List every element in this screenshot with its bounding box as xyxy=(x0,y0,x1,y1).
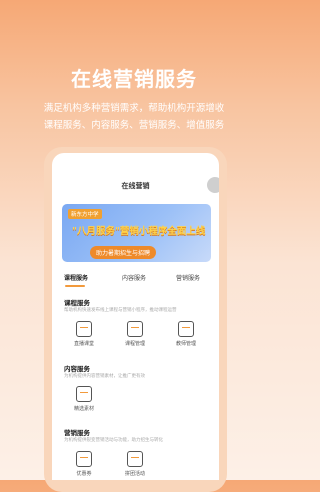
hero-subtitle-line-2: 课程服务、内容服务、营销服务、增值服务 xyxy=(43,120,225,131)
teacher-icon xyxy=(178,321,194,337)
service-group-buy[interactable]: 拼团活动 xyxy=(115,451,155,477)
section-title-marketing: 营销服务 xyxy=(64,429,90,437)
banner-headline: "八月服务"营销小程序全面上线 xyxy=(72,226,206,237)
phone-screen: 在线营销 新东方中学 "八月服务"营销小程序全面上线 助力暑期招生与招聘 课程服… xyxy=(52,153,219,480)
tab-content[interactable]: 内容服务 xyxy=(122,273,146,282)
hero-title: 在线营销服务 xyxy=(71,67,197,91)
course-manage-icon xyxy=(127,321,143,337)
screen-title: 在线营销 xyxy=(121,182,150,190)
coupon-icon xyxy=(76,451,92,467)
banner-badge: 新东方中学 xyxy=(68,209,102,219)
service-course-manage[interactable]: 课程管理 xyxy=(115,321,155,347)
tab-marketing[interactable]: 营销服务 xyxy=(176,273,200,282)
service-label: 教师管理 xyxy=(175,341,196,347)
service-label: 拼团活动 xyxy=(124,471,145,477)
video-course-icon xyxy=(76,321,92,337)
service-label: 课程管理 xyxy=(124,341,145,347)
service-label: 优惠券 xyxy=(76,471,92,477)
section-desc-marketing: 为机构提供裂变营销活动与功能，助力招生与转化 xyxy=(64,438,163,443)
service-label: 精选素材 xyxy=(73,406,94,412)
group-buy-icon xyxy=(127,451,143,467)
section-title-content: 内容服务 xyxy=(64,365,90,373)
service-coupon[interactable]: 优惠券 xyxy=(64,451,104,477)
tab-course[interactable]: 课程服务 xyxy=(64,273,88,282)
promo-banner[interactable]: 新东方中学 "八月服务"营销小程序全面上线 助力暑期招生与招聘 xyxy=(62,204,211,262)
service-label: 直播课堂 xyxy=(73,341,94,347)
tab-active-indicator xyxy=(65,285,85,287)
content-icon xyxy=(76,386,92,402)
service-live-course[interactable]: 直播课堂 xyxy=(64,321,104,347)
service-teacher-manage[interactable]: 教师管理 xyxy=(166,321,206,347)
section-desc-content: 为机构提供内容营销素材，让推广更有效 xyxy=(64,374,145,379)
banner-subline: 助力暑期招生与招聘 xyxy=(90,246,157,259)
close-icon[interactable] xyxy=(207,177,219,193)
section-title-course: 课程服务 xyxy=(64,299,90,307)
hero-subtitle-line-1: 满足机构多种营销需求，帮助机构开源增收 xyxy=(43,103,225,114)
hero-subtitle: 满足机构多种营销需求，帮助机构开源增收 课程服务、内容服务、营销服务、增值服务 xyxy=(20,100,248,134)
tab-bar: 课程服务 内容服务 营销服务 xyxy=(52,273,219,287)
service-content[interactable]: 精选素材 xyxy=(64,386,104,412)
section-desc-course: 帮助机构快速发布线上课程与营销小程序，推动课程运营 xyxy=(64,308,177,313)
